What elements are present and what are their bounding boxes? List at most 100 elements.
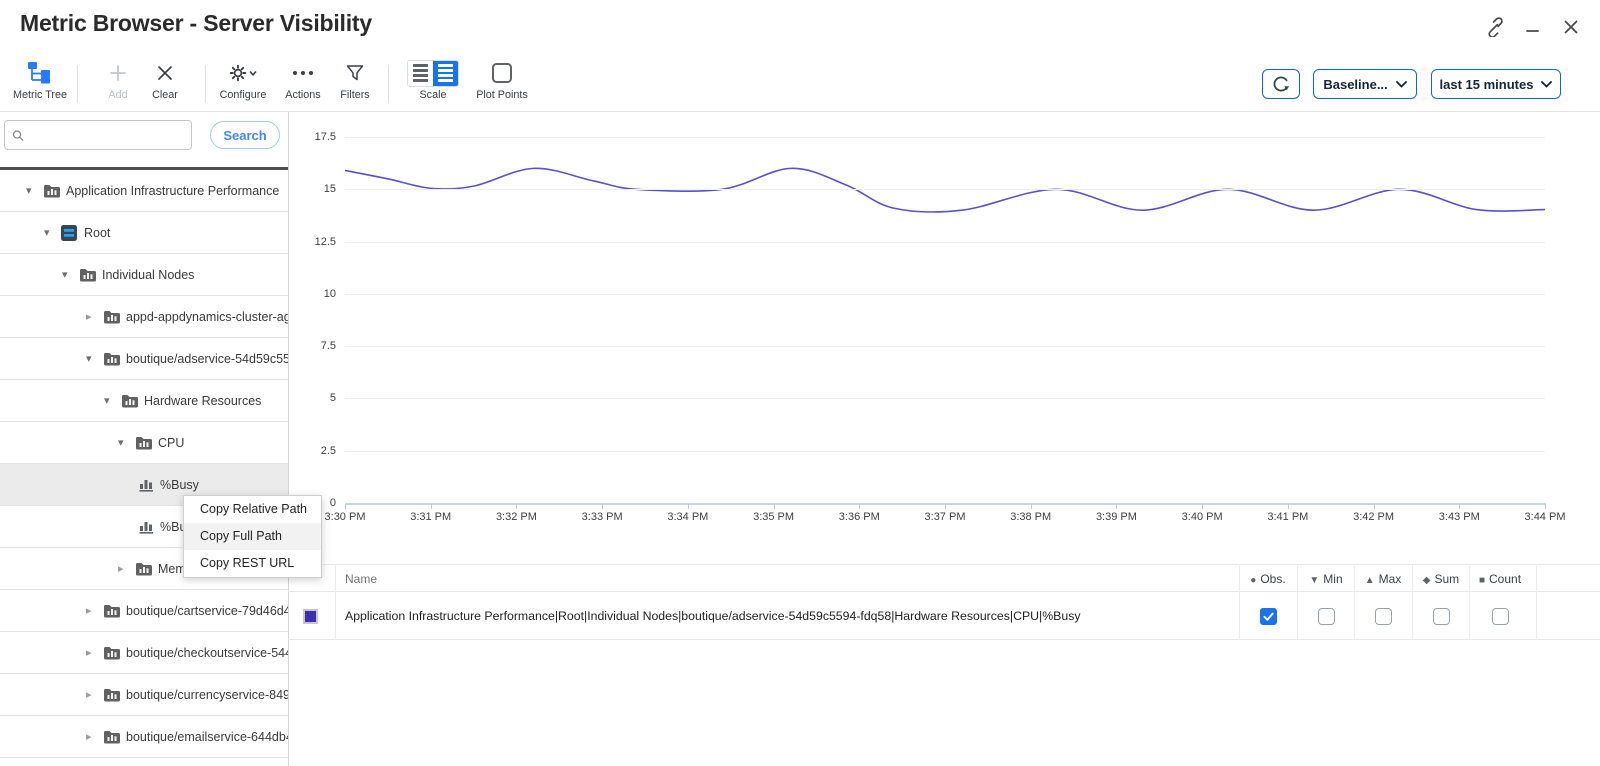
expand-arrow-icon[interactable]: ▾ (44, 212, 50, 254)
tree-row-root[interactable]: ▾Root (0, 212, 288, 254)
link-icon[interactable] (1484, 16, 1506, 38)
tree-row-cpu[interactable]: ▾CPU (0, 422, 288, 464)
minimize-icon[interactable] (1522, 16, 1544, 38)
x-axis-tick-label: 3:43 PM (1424, 511, 1494, 523)
tree-row-boutique-emailservice-644db4bdf8-lc[interactable]: ▸boutique/emailservice-644db4bdf8-lc (0, 716, 288, 758)
chevron-down-icon (1396, 81, 1407, 88)
metric-line-chart (288, 112, 1600, 564)
x-axis-tick (1374, 504, 1375, 509)
y-axis-tick-label: 15 (288, 182, 336, 196)
tree-row-boutique-currencyservice-8496cb5c7[interactable]: ▸boutique/currencyservice-8496cb5c7 (0, 674, 288, 716)
close-icon[interactable] (1560, 16, 1582, 38)
min-glyph-icon: ▼ (1309, 575, 1319, 586)
filters-button[interactable]: Filters (320, 59, 390, 109)
x-axis-tick (1545, 504, 1546, 509)
metric-tree-button[interactable]: Metric Tree (5, 59, 75, 109)
y-axis-tick-label: 2.5 (288, 444, 336, 458)
tree-row-boutique-cartservice-79d46d4d46-9b[interactable]: ▸ boutique/cartservice-79d46d4d46-9b (0, 590, 288, 632)
plot-points-box-icon[interactable] (492, 63, 512, 83)
tree-row-individual-nodes[interactable]: ▾Individual Nodes (0, 254, 288, 296)
search-icon (12, 128, 24, 143)
x-axis-tick-label: 3:41 PM (1253, 511, 1323, 523)
tree-row-label: boutique/cartservice-79d46d4d46-9b (126, 590, 288, 632)
x-axis-tick (602, 504, 603, 509)
y-axis-tick-label: 5 (288, 391, 336, 405)
series-color-swatch (303, 609, 318, 624)
x-axis-tick (345, 504, 346, 509)
collapse-arrow-icon[interactable]: ▸ (86, 296, 92, 338)
y-axis-tick-label: 7.5 (288, 339, 336, 353)
clear-button[interactable]: Clear (130, 59, 200, 109)
tree-row-appd-appdynamics-cluster-agent-app[interactable]: ▸appd-appdynamics-cluster-agent-app (0, 296, 288, 338)
gridline (345, 242, 1545, 243)
gridline (345, 294, 1545, 295)
unchecked-checkbox-sum[interactable] (1433, 608, 1450, 625)
expand-arrow-icon[interactable]: ▾ (86, 338, 92, 380)
menu-item-copy-full-path[interactable]: Copy Full Path (184, 523, 321, 550)
menu-item-copy-relative-path[interactable]: Copy Relative Path (184, 496, 321, 523)
unchecked-checkbox-max[interactable] (1375, 608, 1392, 625)
folder-chart-icon (103, 351, 121, 366)
x-axis-tick-label: 3:35 PM (739, 511, 809, 523)
folder-chart-icon (43, 183, 61, 198)
x-axis-tick (1031, 504, 1032, 509)
expand-arrow-icon[interactable]: ▾ (104, 380, 110, 422)
plot-points-checkbox[interactable]: Plot Points (467, 59, 537, 109)
collapse-arrow-icon[interactable]: ▸ (86, 674, 92, 716)
x-axis-tick-label: 3:42 PM (1339, 511, 1409, 523)
obs-glyph-icon: ● (1250, 575, 1256, 586)
expand-arrow-icon[interactable]: ▾ (26, 170, 32, 212)
refresh-button[interactable] (1262, 69, 1300, 99)
x-axis-tick-label: 3:36 PM (824, 511, 894, 523)
gridline (345, 346, 1545, 347)
series-row[interactable]: Application Infrastructure Performance|R… (288, 593, 1600, 640)
scale-toggle[interactable]: Scale (398, 59, 468, 109)
column-header-min: ▼Min (1294, 565, 1358, 593)
tree-row-hardware-resources[interactable]: ▾Hardware Resources (0, 380, 288, 422)
column-header-max: ▲Max (1351, 565, 1415, 593)
name-column-header: Name (345, 565, 377, 593)
tree-row-boutique-checkoutservice-544bdf649[interactable]: ▸boutique/checkoutservice-544bdf649 (0, 632, 288, 674)
baseline-dropdown[interactable]: Baseline... (1313, 69, 1417, 99)
scale-left-option[interactable] (408, 61, 433, 86)
unchecked-checkbox-min[interactable] (1318, 608, 1335, 625)
y-axis-tick-label: 10 (288, 287, 336, 301)
toolbar: Metric Tree Add Clear Configure Ac (0, 55, 1600, 112)
gridline (345, 398, 1545, 399)
metric-tree-sidebar: Search ▾Application Infrastructure Perfo… (0, 112, 288, 766)
metric-icon (139, 519, 154, 534)
expand-arrow-icon[interactable]: ▾ (118, 422, 124, 464)
y-axis-tick-label: 17.5 (288, 130, 336, 144)
x-axis-tick-label: 3:39 PM (1081, 511, 1151, 523)
column-divider (1297, 564, 1298, 640)
x-axis-tick-label: 3:44 PM (1510, 511, 1580, 523)
collapse-arrow-icon[interactable]: ▸ (86, 632, 92, 674)
column-header-count: ■Count (1468, 565, 1532, 593)
menu-item-copy-rest-url[interactable]: Copy REST URL (184, 550, 321, 577)
baseline-dropdown-label: Baseline... (1323, 77, 1387, 92)
x-axis-tick (1459, 504, 1460, 509)
x-axis-tick (1202, 504, 1203, 509)
search-input[interactable] (4, 120, 192, 150)
gridline (345, 137, 1545, 138)
scale-toggle-icon[interactable] (407, 60, 459, 87)
toolbar-divider (77, 65, 78, 103)
collapse-arrow-icon[interactable]: ▸ (118, 548, 124, 590)
column-divider (1354, 564, 1355, 640)
sum-glyph-icon: ◆ (1423, 575, 1431, 586)
collapse-arrow-icon[interactable]: ▸ (86, 716, 92, 758)
checked-checkbox-obs[interactable] (1260, 608, 1277, 625)
scale-right-option-selected[interactable] (433, 61, 458, 86)
tree-row-boutique-adservice-54d59c5594-fdq58[interactable]: ▾boutique/adservice-54d59c5594-fdq58 (0, 338, 288, 380)
unchecked-checkbox-count[interactable] (1492, 608, 1509, 625)
context-menu: Copy Relative Path Copy Full Path Copy R… (183, 495, 322, 578)
x-axis-tick-label: 3:33 PM (567, 511, 637, 523)
folder-chart-icon (79, 267, 97, 282)
search-field[interactable] (30, 128, 191, 142)
collapse-arrow-icon[interactable]: ▸ (86, 590, 92, 632)
folder-chart-icon (135, 435, 153, 450)
search-button[interactable]: Search (210, 121, 280, 149)
time-range-dropdown[interactable]: last 15 minutes (1431, 69, 1561, 99)
tree-row-application-infrastructure-performance[interactable]: ▾Application Infrastructure Performance (0, 170, 288, 212)
expand-arrow-icon[interactable]: ▾ (62, 254, 68, 296)
